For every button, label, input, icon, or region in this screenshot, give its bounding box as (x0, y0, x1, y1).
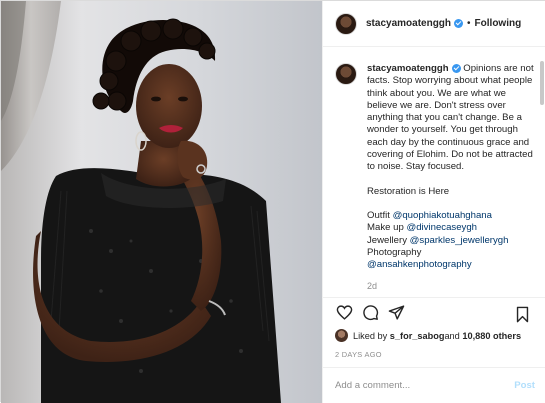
comment-bar: Post (323, 367, 545, 403)
mention-link[interactable]: @quophiakotuahghana (393, 210, 492, 221)
caption-restoration: Restoration is Here (367, 185, 450, 197)
instagram-post: stacyamoatenggh • Following stacyamoaten… (0, 0, 545, 403)
following-button[interactable]: Following (475, 18, 522, 29)
mention-link[interactable]: @sparkles_jewellerygh (410, 235, 509, 246)
mention-link[interactable]: @divinecaseygh (406, 222, 477, 233)
header-username[interactable]: stacyamoatenggh (366, 18, 451, 29)
post-side-panel: stacyamoatenggh • Following stacyamoaten… (322, 1, 545, 403)
liker-avatar[interactable] (335, 329, 348, 342)
likes-line: Liked by s_for_sabog and 10,880 others (335, 329, 521, 342)
scrollbar[interactable] (540, 61, 544, 105)
action-bar (323, 297, 545, 327)
verified-badge-icon (451, 63, 461, 73)
heart-icon[interactable] (333, 302, 355, 324)
caption-avatar[interactable] (335, 63, 357, 85)
liker-username[interactable]: s_for_sabog (390, 331, 445, 341)
caption-username[interactable]: stacyamoatenggh (367, 63, 449, 74)
post-photo[interactable] (1, 1, 322, 403)
post-button[interactable]: Post (514, 380, 535, 391)
credit-line: Jewellery @sparkles_jewellerygh (367, 234, 509, 246)
comment-icon[interactable] (359, 302, 381, 324)
post-header: stacyamoatenggh • Following (323, 1, 545, 47)
avatar[interactable] (335, 12, 357, 35)
separator-dot: • (467, 18, 471, 29)
verified-badge-icon (454, 19, 464, 28)
posted-ago[interactable]: 2 DAYS AGO (335, 350, 382, 359)
credit-line: Make up @divinecaseygh (367, 222, 478, 234)
woman-portrait-image (1, 1, 322, 403)
credit-line: Outfit @quophiakotuahghana (367, 209, 492, 221)
likes-count[interactable]: 10,880 others (462, 331, 521, 341)
share-icon[interactable] (385, 302, 407, 324)
photography-label: Photography (367, 246, 422, 258)
mention-link[interactable]: @ansahkenphotography (367, 259, 535, 271)
caption-time[interactable]: 2d (367, 280, 535, 292)
caption-body: stacyamoatenggh Opinions are not facts. … (367, 63, 535, 293)
bookmark-icon[interactable] (511, 303, 533, 325)
comment-input[interactable] (335, 380, 515, 391)
caption-section: stacyamoatenggh Opinions are not facts. … (323, 47, 545, 293)
caption-text: Opinions are not facts. Stop worrying ab… (367, 63, 534, 173)
